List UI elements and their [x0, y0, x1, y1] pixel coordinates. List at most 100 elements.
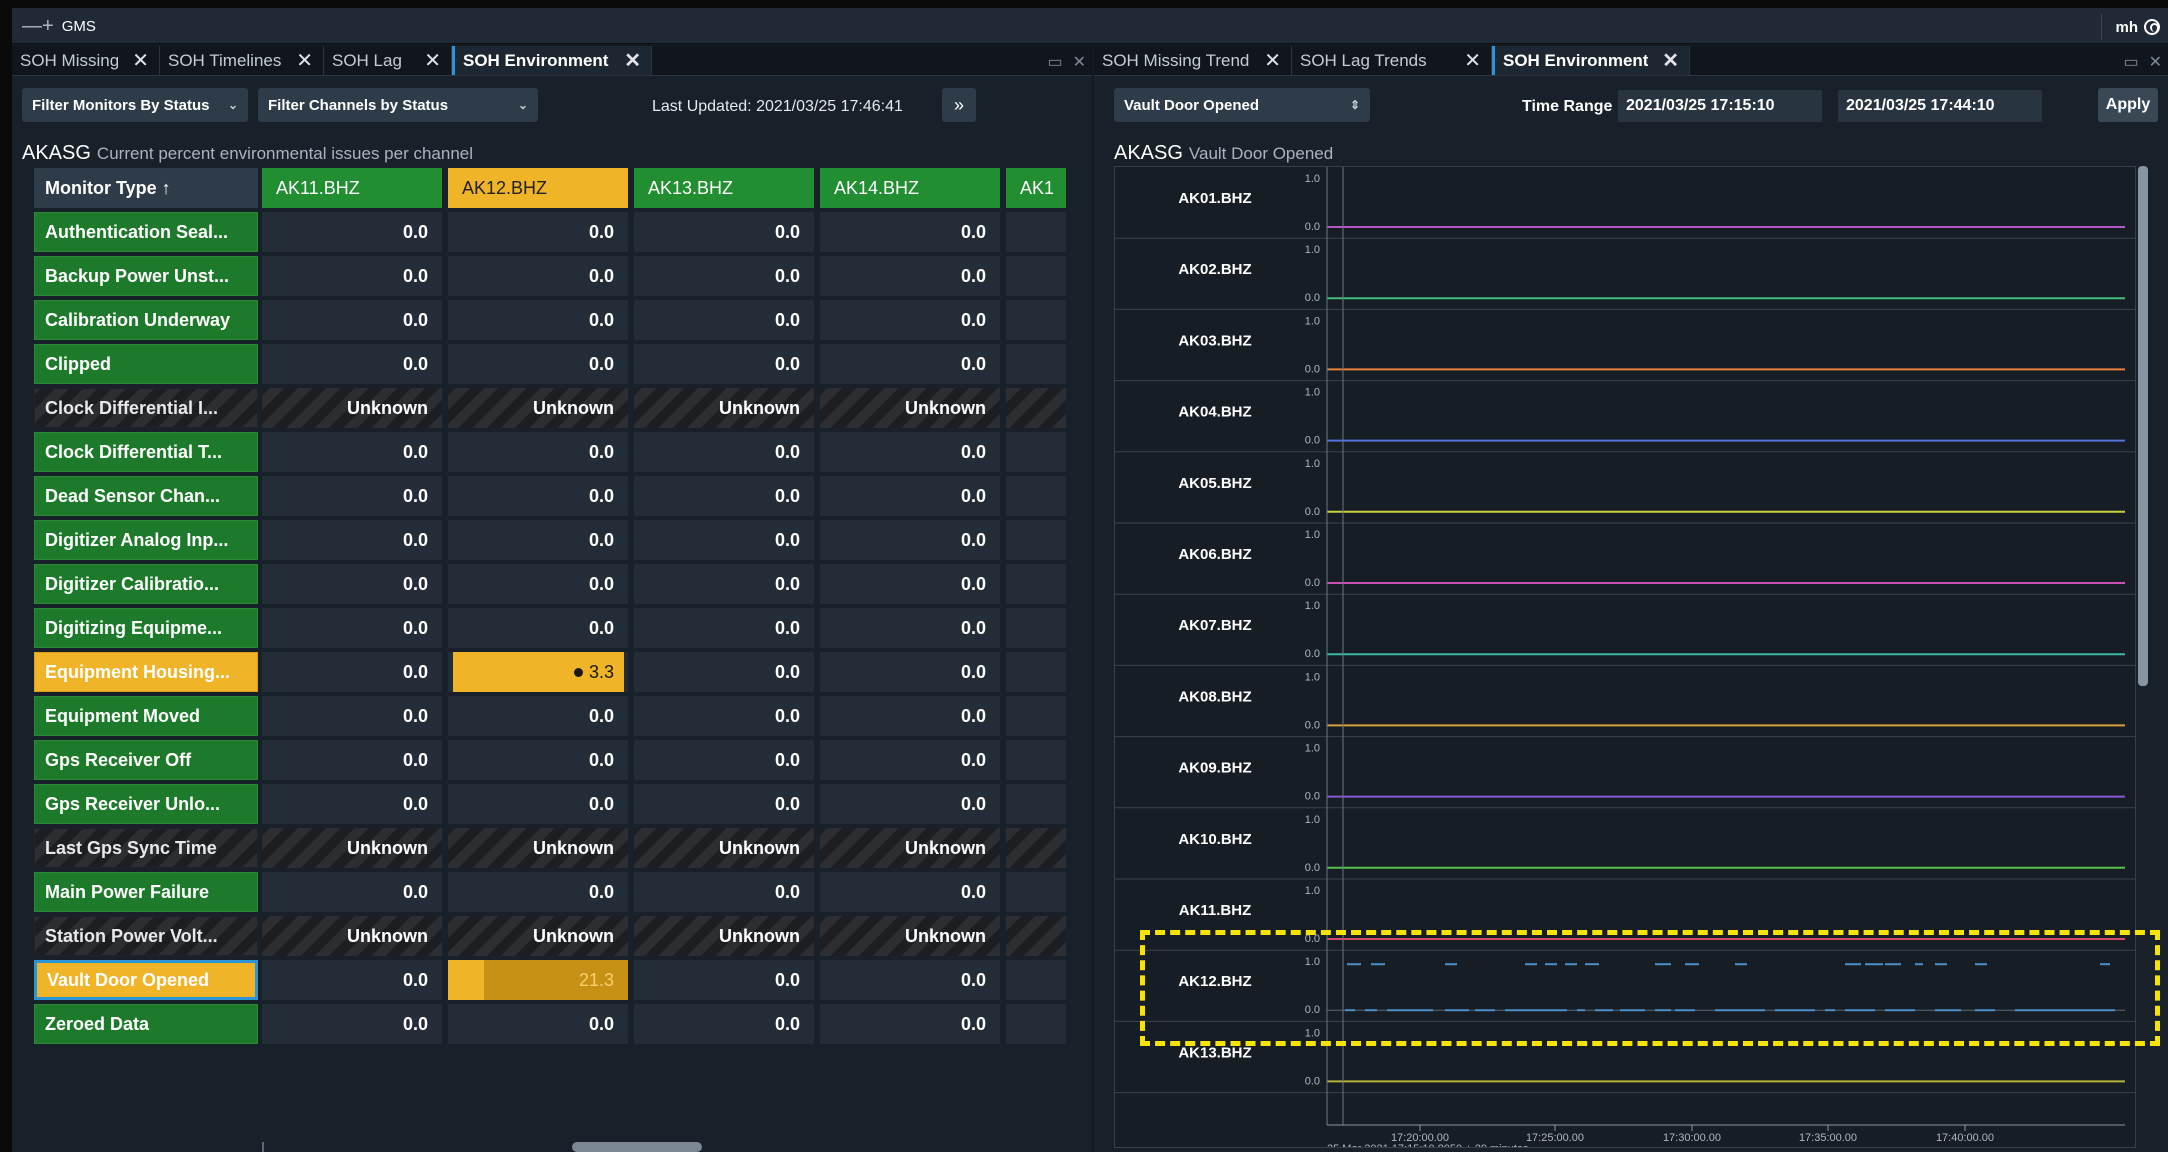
overflow-cell[interactable] [1006, 784, 1066, 824]
value-cell[interactable]: 0.0 [820, 960, 1000, 1000]
value-cell[interactable]: 0.0 [262, 652, 442, 692]
overflow-cell[interactable] [1006, 476, 1066, 516]
value-cell[interactable]: Unknown [448, 916, 628, 956]
tab-close-icon[interactable]: ✕ [1464, 48, 1481, 73]
right-tab-0[interactable]: SOH Missing Trend ✕ [1094, 46, 1292, 75]
channel-column-header[interactable]: AK14.BHZ [820, 168, 1000, 208]
left-tab-1[interactable]: SOH Timeliness ✕ [160, 46, 324, 75]
close-icon[interactable]: ✕ [1073, 52, 1086, 72]
overflow-cell[interactable] [1006, 608, 1066, 648]
value-cell[interactable]: 0.0 [262, 696, 442, 736]
value-cell[interactable]: 0.0 [820, 432, 1000, 472]
value-cell[interactable]: 0.0 [820, 212, 1000, 252]
value-cell[interactable]: 0.0 [262, 432, 442, 472]
value-cell[interactable]: Unknown [448, 828, 628, 868]
value-cell[interactable]: 0.0 [820, 520, 1000, 560]
value-cell[interactable]: 3.3 [448, 652, 628, 692]
monitor-type-cell[interactable]: Equipment Moved [34, 696, 258, 736]
tab-close-icon[interactable]: ✕ [132, 48, 149, 73]
value-cell[interactable]: 0.0 [448, 784, 628, 824]
value-cell[interactable]: 0.0 [448, 872, 628, 912]
maximize-icon[interactable]: ▭ [1047, 52, 1062, 72]
value-cell[interactable]: 0.0 [634, 432, 814, 472]
monitor-type-cell[interactable]: Calibration Underway [34, 300, 258, 340]
overflow-cell[interactable] [1006, 696, 1066, 736]
monitor-type-cell[interactable]: Digitizing Equipme... [34, 608, 258, 648]
value-cell[interactable]: 0.0 [820, 476, 1000, 516]
monitor-type-cell[interactable]: Last Gps Sync Time [34, 828, 258, 868]
value-cell[interactable]: 0.0 [634, 960, 814, 1000]
monitor-type-select[interactable]: Vault Door Opened ⇕ [1114, 88, 1370, 122]
value-cell[interactable]: Unknown [634, 828, 814, 868]
overflow-cell[interactable] [1006, 1004, 1066, 1044]
right-tab-1[interactable]: SOH Lag Trends ✕ [1292, 46, 1492, 75]
value-cell[interactable]: 0.0 [448, 212, 628, 252]
value-cell[interactable]: Unknown [262, 916, 442, 956]
value-cell[interactable]: 0.0 [262, 300, 442, 340]
overflow-cell[interactable] [1006, 872, 1066, 912]
overflow-cell[interactable] [1006, 300, 1066, 340]
value-cell[interactable]: 0.0 [262, 564, 442, 604]
value-cell[interactable]: 0.0 [448, 432, 628, 472]
tab-close-icon[interactable]: ✕ [424, 48, 441, 73]
monitor-type-cell[interactable]: Authentication Seal... [34, 212, 258, 252]
value-cell[interactable]: 0.0 [448, 256, 628, 296]
value-cell[interactable]: 0.0 [634, 300, 814, 340]
monitor-type-cell[interactable]: Dead Sensor Chan... [34, 476, 258, 516]
value-cell[interactable]: Unknown [820, 916, 1000, 956]
monitor-type-cell[interactable]: Zeroed Data [34, 1004, 258, 1044]
value-cell[interactable]: 0.0 [634, 740, 814, 780]
value-cell[interactable]: 0.0 [448, 608, 628, 648]
value-cell[interactable]: 0.0 [820, 740, 1000, 780]
user-menu[interactable]: mh [2100, 14, 2160, 40]
tab-close-icon[interactable]: ✕ [296, 48, 313, 73]
filter-monitors-select[interactable]: Filter Monitors By Status ⌄ [22, 88, 248, 122]
filter-channels-select[interactable]: Filter Channels by Status ⌄ [258, 88, 538, 122]
overflow-cell[interactable] [1006, 916, 1066, 956]
value-cell[interactable]: 0.0 [448, 740, 628, 780]
value-cell[interactable]: 0.0 [634, 1004, 814, 1044]
value-cell[interactable]: 0.0 [448, 696, 628, 736]
value-cell[interactable]: 0.0 [262, 872, 442, 912]
monitor-type-cell[interactable]: Clock Differential T... [34, 432, 258, 472]
value-cell[interactable]: 0.0 [820, 564, 1000, 604]
value-cell[interactable]: 0.0 [634, 564, 814, 604]
app-brand[interactable]: —+ GMS [22, 16, 96, 36]
monitor-type-cell[interactable]: Backup Power Unst... [34, 256, 258, 296]
left-tab-2[interactable]: SOH Lag ✕ [324, 46, 452, 75]
value-cell[interactable]: Unknown [262, 828, 442, 868]
value-cell[interactable]: 0.0 [448, 300, 628, 340]
left-tab-0[interactable]: SOH Missing ✕ [12, 46, 160, 75]
value-cell[interactable]: 0.0 [262, 740, 442, 780]
channel-column-header[interactable]: AK1 [1006, 168, 1066, 208]
value-cell[interactable]: 0.0 [634, 784, 814, 824]
overflow-cell[interactable] [1006, 564, 1066, 604]
value-cell[interactable]: 0.0 [820, 300, 1000, 340]
fast-forward-button[interactable]: » [942, 88, 976, 122]
value-cell[interactable]: 0.0 [634, 696, 814, 736]
value-cell[interactable]: 0.0 [820, 256, 1000, 296]
monitor-type-cell[interactable]: Clock Differential I... [34, 388, 258, 428]
value-cell[interactable]: Unknown [820, 388, 1000, 428]
monitor-type-cell[interactable]: Digitizer Calibratio... [34, 564, 258, 604]
value-cell[interactable]: 0.0 [448, 564, 628, 604]
value-cell[interactable]: Unknown [820, 828, 1000, 868]
value-cell[interactable]: Unknown [448, 388, 628, 428]
value-cell[interactable]: 0.0 [448, 520, 628, 560]
value-cell[interactable]: 0.0 [448, 1004, 628, 1044]
value-cell[interactable]: 0.0 [262, 1004, 442, 1044]
channel-column-header[interactable]: AK12.BHZ [448, 168, 628, 208]
monitor-type-cell[interactable]: Gps Receiver Off [34, 740, 258, 780]
value-cell[interactable]: 0.0 [262, 784, 442, 824]
apply-button[interactable]: Apply [2098, 88, 2158, 122]
monitor-type-cell[interactable]: Gps Receiver Unlo... [34, 784, 258, 824]
tab-close-icon[interactable]: ✕ [1662, 48, 1679, 73]
overflow-cell[interactable] [1006, 520, 1066, 560]
channel-column-header[interactable]: AK13.BHZ [634, 168, 814, 208]
value-cell[interactable]: 0.0 [634, 608, 814, 648]
value-cell[interactable]: 0.0 [448, 344, 628, 384]
tab-close-icon[interactable]: ✕ [1264, 48, 1281, 73]
overflow-cell[interactable] [1006, 432, 1066, 472]
value-cell[interactable]: Unknown [262, 388, 442, 428]
monitor-type-cell[interactable]: Station Power Volt... [34, 916, 258, 956]
